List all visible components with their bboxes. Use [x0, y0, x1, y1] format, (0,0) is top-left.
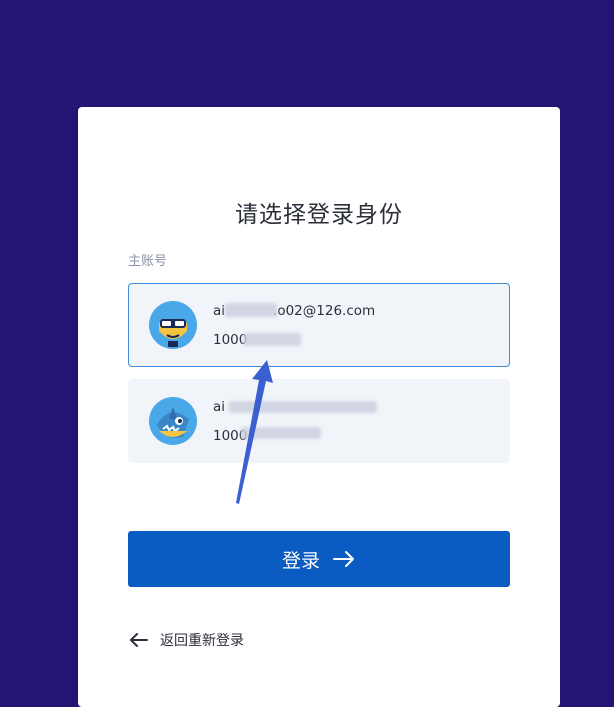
avatar-sunglasses-icon [149, 301, 197, 349]
redaction [225, 303, 277, 317]
back-link-label: 返回重新登录 [160, 633, 244, 649]
back-to-login-link[interactable]: 返回重新登录 [130, 629, 244, 651]
page-title: 请选择登录身份 [235, 202, 403, 228]
account-option-1[interactable]: ai .o02@126.com 1000 [128, 283, 510, 367]
login-card: 请选择登录身份 主账号 ai .o02@126.com 1000 ai 1000… [78, 107, 560, 707]
redaction [243, 333, 301, 346]
login-button-label: 登录 [281, 549, 320, 572]
arrow-left-icon [130, 633, 148, 647]
login-button[interactable]: 登录 [128, 531, 510, 587]
account-email: ai [213, 399, 226, 415]
redaction [241, 427, 321, 439]
redaction [229, 401, 377, 413]
avatar-shark-icon [149, 397, 197, 445]
section-label-main-account: 主账号 [128, 254, 168, 269]
arrow-right-icon [333, 551, 354, 567]
account-option-2[interactable]: ai 1000 [128, 379, 510, 463]
